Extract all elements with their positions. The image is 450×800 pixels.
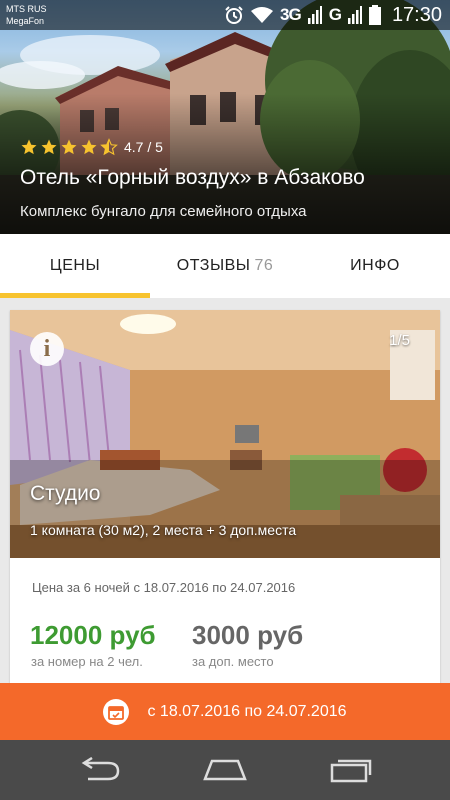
star-half-icon bbox=[100, 138, 118, 156]
tab-bar: ЦЕНЫ ОТЗЫВЫ 76 ИНФО bbox=[0, 234, 450, 298]
price-note: Цена за 6 ночей с 18.07.2016 по 24.07.20… bbox=[32, 580, 296, 595]
hero-gradient bbox=[0, 0, 450, 234]
back-icon[interactable] bbox=[78, 757, 122, 783]
clock: 17:30 bbox=[391, 3, 442, 26]
tab-label: ЦЕНЫ bbox=[49, 257, 101, 274]
date-range-label: с 18.07.2016 по 24.07.2016 bbox=[147, 702, 347, 720]
home-icon[interactable] bbox=[202, 757, 248, 783]
info-icon[interactable]: i bbox=[30, 332, 64, 366]
system-nav-bar bbox=[0, 740, 450, 800]
price-extra-caption: за доп. место bbox=[192, 654, 274, 669]
star-icon bbox=[61, 139, 77, 155]
carrier-labels: MTS RUS MegaFon bbox=[6, 3, 47, 27]
reviews-count: 76 bbox=[254, 257, 274, 274]
hotel-rating: 4.7 / 5 bbox=[20, 138, 163, 156]
status-icons: 3G G 17:30 bbox=[224, 3, 442, 27]
status-bar: MTS RUS MegaFon 3G G 17:30 bbox=[0, 0, 450, 30]
hotel-title: Отель «Горный воздух» в Абзаково bbox=[20, 166, 365, 189]
date-range-button[interactable]: с 18.07.2016 по 24.07.2016 bbox=[0, 683, 450, 740]
room-name: Студио bbox=[30, 482, 101, 505]
star-icon bbox=[81, 139, 97, 155]
room-card[interactable]: i 1/5 Студио 1 комната (30 м2), 2 места … bbox=[10, 310, 440, 690]
rating-value: 4.7 / 5 bbox=[124, 139, 163, 155]
battery-icon bbox=[368, 5, 381, 25]
wifi-icon bbox=[251, 7, 274, 23]
room-description: 1 комната (30 м2), 2 места + 3 доп.места bbox=[30, 522, 297, 538]
tab-prices[interactable]: ЦЕНЫ bbox=[0, 234, 150, 298]
photo-counter: 1/5 bbox=[389, 332, 410, 349]
price-main-caption: за номер на 2 чел. bbox=[31, 654, 143, 669]
carrier-2: MegaFon bbox=[6, 16, 45, 26]
price-extra: 3000 руб bbox=[192, 620, 304, 650]
tab-reviews[interactable]: ОТЗЫВЫ 76 bbox=[150, 234, 300, 298]
hotel-subtitle: Комплекс бунгало для семейного отдыха bbox=[20, 203, 307, 220]
signal-icon bbox=[307, 6, 322, 24]
network-1: 3G bbox=[280, 5, 302, 24]
alarm-icon bbox=[225, 6, 243, 24]
star-icon bbox=[21, 139, 37, 155]
tab-label: ОТЗЫВЫ bbox=[176, 257, 251, 274]
tab-label: ИНФО bbox=[350, 257, 400, 274]
room-image bbox=[10, 310, 440, 558]
rating-stars bbox=[20, 138, 118, 156]
recents-icon[interactable] bbox=[330, 757, 374, 783]
tab-info[interactable]: ИНФО bbox=[300, 234, 450, 298]
hotel-hero: MTS RUS MegaFon 3G G 17:30 4.7 / 5 Отель… bbox=[0, 0, 450, 234]
star-icon bbox=[41, 139, 57, 155]
carrier-1: MTS RUS bbox=[6, 4, 47, 14]
signal-icon-2 bbox=[347, 6, 362, 24]
calendar-icon bbox=[103, 698, 130, 725]
room-photo[interactable]: i 1/5 Студио 1 комната (30 м2), 2 места … bbox=[10, 310, 440, 558]
price-main: 12000 руб bbox=[30, 620, 156, 650]
network-2: G bbox=[328, 5, 342, 24]
